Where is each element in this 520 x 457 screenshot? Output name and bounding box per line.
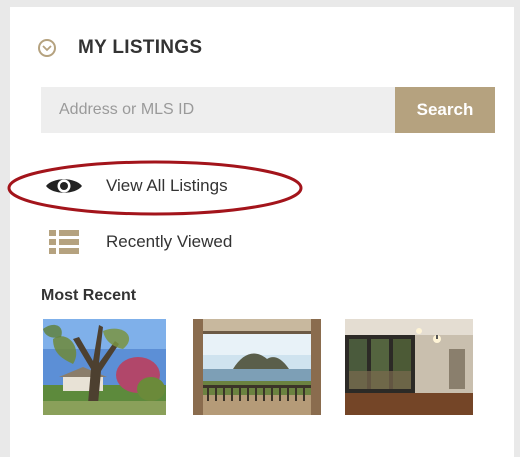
nav-item-label: View All Listings [106, 176, 228, 195]
eye-icon [44, 173, 84, 199]
listing-photo-lake-view-deck-icon [193, 319, 321, 415]
nav-item-view-all-listings[interactable]: View All Listings [44, 173, 228, 199]
listing-thumbnail[interactable] [43, 319, 166, 415]
list-icon [44, 229, 84, 255]
search-button[interactable]: Search [395, 87, 495, 133]
my-listings-widget: MY LISTINGS Search View All Listings [7, 7, 514, 457]
widget-header[interactable]: MY LISTINGS [38, 37, 202, 59]
listing-photo-tree-house-icon [43, 319, 166, 415]
search-input[interactable] [41, 87, 395, 133]
nav-item-label: Recently Viewed [106, 232, 233, 251]
most-recent-title: Most Recent [41, 287, 137, 304]
listing-thumbnail[interactable] [193, 319, 321, 415]
widget-title: MY LISTINGS [78, 37, 203, 58]
chevron-down-icon[interactable] [38, 39, 56, 57]
listing-thumbnail[interactable] [345, 319, 473, 415]
nav-item-recently-viewed[interactable]: Recently Viewed [44, 229, 232, 255]
listing-photo-interior-room-icon [345, 319, 473, 415]
search-bar: Search [41, 87, 495, 133]
